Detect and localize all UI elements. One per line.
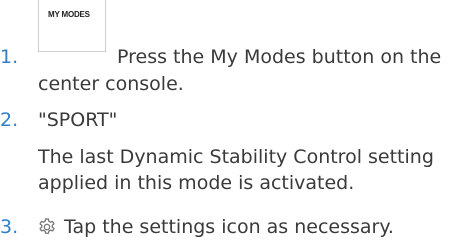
- step-note-line-1: The last Dynamic Stability Control setti…: [38, 146, 434, 168]
- step-number: 3.: [0, 216, 19, 238]
- my-modes-button-icon: MY MODES: [38, 0, 106, 52]
- my-modes-button-label: MY MODES: [48, 10, 90, 19]
- step-text: "SPORT": [38, 109, 118, 131]
- step-number: 1.: [0, 46, 19, 68]
- step-text: Press the My Modes button on the: [117, 46, 442, 68]
- step-text: Tap the settings icon as necessary.: [64, 216, 394, 238]
- gear-icon: [39, 218, 55, 234]
- step-text-continued: center console.: [38, 73, 184, 95]
- step-note-line-2: applied in this mode is activated.: [38, 172, 355, 194]
- step-number: 2.: [0, 109, 19, 131]
